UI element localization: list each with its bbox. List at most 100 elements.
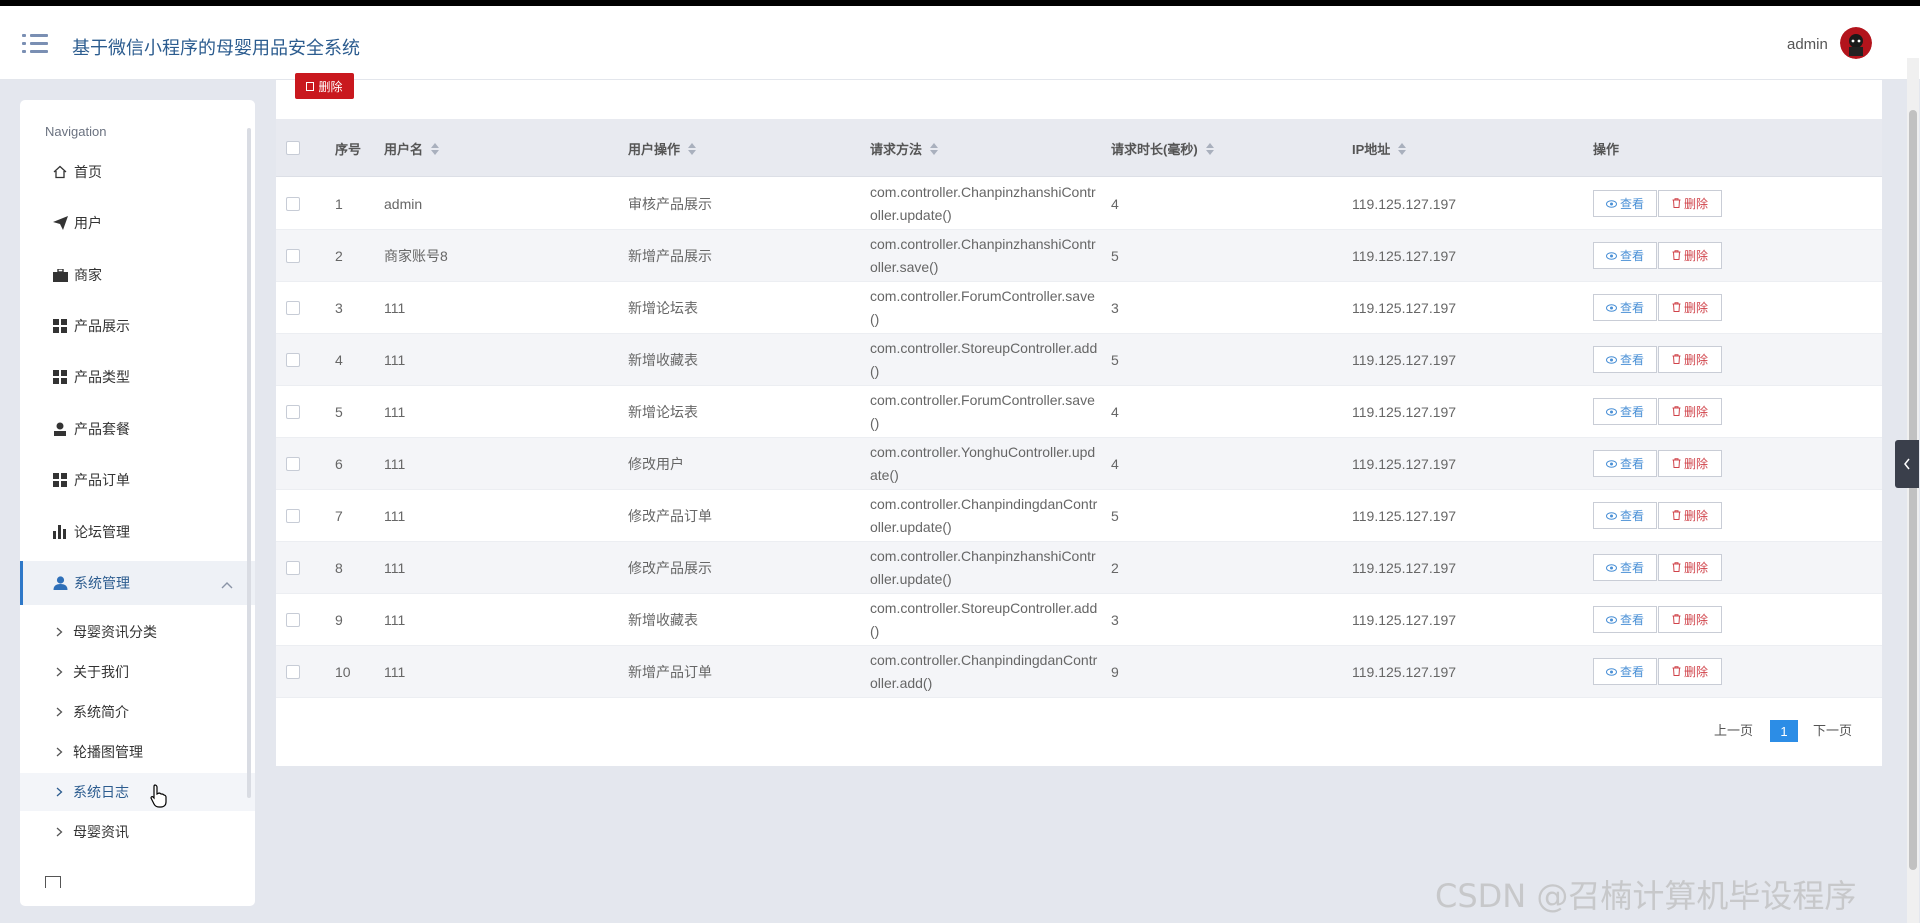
cell-duration: 5 (1111, 508, 1119, 524)
delete-button[interactable]: 删除 (1658, 242, 1722, 269)
delete-button[interactable]: 删除 (1658, 554, 1722, 581)
trash-icon (1672, 613, 1681, 627)
sidebar-subitem-about-us[interactable]: 关于我们 (20, 653, 255, 691)
row-checkbox[interactable] (286, 249, 300, 263)
delete-button[interactable]: 删除 (1658, 190, 1722, 217)
delete-button[interactable]: 删除 (1658, 398, 1722, 425)
cell-method: com.controller.ChanpindingdanController.… (870, 496, 1098, 535)
prev-page-button[interactable]: 上一页 (1714, 720, 1753, 739)
view-button[interactable]: 查看 (1593, 502, 1657, 529)
row-checkbox[interactable] (286, 509, 300, 523)
sidebar-item-label: 产品订单 (74, 472, 130, 488)
sidebar-subitem-label: 母婴资讯分类 (73, 624, 157, 640)
column-header-method[interactable]: 请求方法 (870, 139, 939, 158)
user-icon (52, 421, 68, 437)
header: 基于微信小程序的母婴用品安全系统 admin (0, 6, 1920, 80)
view-button[interactable]: 查看 (1593, 294, 1657, 321)
sidebar-item-label: 产品展示 (74, 318, 130, 334)
view-button[interactable]: 查看 (1593, 398, 1657, 425)
trash-icon (1672, 301, 1681, 315)
cell-method: com.controller.ChanpinzhanshiController.… (870, 548, 1096, 587)
sidebar: Navigation 首页 用户 商家 产品展示 产品类型 产品套餐 产品订单 (20, 100, 255, 906)
table-row: 5 111 新增论坛表 com.controller.ForumControll… (276, 386, 1882, 438)
cell-duration: 5 (1111, 352, 1119, 368)
view-button[interactable]: 查看 (1593, 242, 1657, 269)
view-button[interactable]: 查看 (1593, 658, 1657, 685)
delete-button[interactable]: 删除 (1658, 346, 1722, 373)
row-checkbox[interactable] (286, 353, 300, 367)
cell-ip: 119.125.127.197 (1352, 352, 1457, 368)
sidebar-item-home[interactable]: 首页 (20, 150, 255, 194)
view-button[interactable]: 查看 (1593, 346, 1657, 373)
trash-icon (1672, 457, 1681, 471)
sidebar-subitem-baby-news[interactable]: 母婴资讯 (20, 813, 255, 851)
trash-icon (1672, 561, 1681, 575)
sidebar-scrollbar[interactable] (247, 128, 251, 798)
menu-toggle-icon[interactable] (22, 34, 50, 54)
cell-operation: 新增产品展示 (628, 248, 712, 264)
view-button[interactable]: 查看 (1593, 606, 1657, 633)
row-checkbox[interactable] (286, 613, 300, 627)
sidebar-item-product-package[interactable]: 产品套餐 (20, 407, 255, 451)
cell-ip: 119.125.127.197 (1352, 404, 1457, 420)
delete-button[interactable]: 删除 (1658, 502, 1722, 529)
sidebar-item-merchants[interactable]: 商家 (20, 253, 255, 297)
collapse-panel-button[interactable] (1895, 440, 1919, 488)
row-checkbox[interactable] (286, 197, 300, 211)
delete-button[interactable]: 删除 (1658, 658, 1722, 685)
sidebar-item-product-order[interactable]: 产品订单 (20, 458, 255, 502)
row-checkbox[interactable] (286, 301, 300, 315)
cell-ip: 119.125.127.197 (1352, 664, 1457, 680)
sidebar-subitem-system-intro[interactable]: 系统简介 (20, 693, 255, 731)
eye-icon (1605, 249, 1617, 263)
view-button[interactable]: 查看 (1593, 450, 1657, 477)
delete-button[interactable]: 删除 (1658, 606, 1722, 633)
view-button[interactable]: 查看 (1593, 554, 1657, 581)
user-group-icon (52, 575, 68, 591)
column-header-ip[interactable]: IP地址 (1352, 139, 1407, 158)
column-header-duration[interactable]: 请求时长(毫秒) (1111, 139, 1214, 158)
batch-delete-button[interactable]: 删除 (295, 73, 354, 99)
sidebar-item-label: 商家 (74, 267, 102, 283)
eye-icon (1605, 457, 1617, 471)
delete-button[interactable]: 删除 (1658, 450, 1722, 477)
row-checkbox[interactable] (286, 405, 300, 419)
cell-method: com.controller.ForumController.save() (870, 288, 1095, 327)
user-name[interactable]: admin (1787, 36, 1828, 53)
table-row: 7 111 修改产品订单 com.controller.Chanpindingd… (276, 490, 1882, 542)
avatar[interactable] (1840, 27, 1872, 59)
sidebar-item-forum[interactable]: 论坛管理 (20, 510, 255, 554)
page-number-current[interactable]: 1 (1770, 720, 1798, 742)
trash-icon (1672, 405, 1681, 419)
row-checkbox[interactable] (286, 665, 300, 679)
sidebar-item-system[interactable]: 系统管理 (20, 561, 255, 605)
cell-duration: 4 (1111, 404, 1119, 420)
sidebar-subitem-system-log[interactable]: 系统日志 (20, 773, 255, 811)
sidebar-item-product-display[interactable]: 产品展示 (20, 304, 255, 348)
select-all-checkbox[interactable] (286, 141, 300, 155)
cell-index: 4 (335, 352, 343, 368)
table-row: 3 111 新增论坛表 com.controller.ForumControll… (276, 282, 1882, 334)
row-checkbox[interactable] (286, 457, 300, 471)
delete-button[interactable]: 删除 (1658, 294, 1722, 321)
pointer-cursor-icon (150, 784, 168, 813)
table-row: 9 111 新增收藏表 com.controller.StoreupContro… (276, 594, 1882, 646)
cell-duration: 9 (1111, 664, 1119, 680)
column-header-operation[interactable]: 用户操作 (628, 139, 697, 158)
cell-index: 3 (335, 300, 343, 316)
page-scrollbar-thumb[interactable] (1909, 110, 1917, 870)
column-header-username[interactable]: 用户名 (384, 139, 440, 158)
cell-ip: 119.125.127.197 (1352, 560, 1457, 576)
sidebar-subitem-baby-news-category[interactable]: 母婴资讯分类 (20, 613, 255, 651)
chevron-right-icon (56, 827, 63, 837)
sidebar-item-product-type[interactable]: 产品类型 (20, 355, 255, 399)
sidebar-subitem-carousel[interactable]: 轮播图管理 (20, 733, 255, 771)
cell-operation: 新增收藏表 (628, 352, 698, 368)
view-button[interactable]: 查看 (1593, 190, 1657, 217)
table-row: 8 111 修改产品展示 com.controller.Chanpinzhans… (276, 542, 1882, 594)
cell-index: 1 (335, 196, 343, 212)
cell-ip: 119.125.127.197 (1352, 612, 1457, 628)
sidebar-item-users[interactable]: 用户 (20, 201, 255, 245)
next-page-button[interactable]: 下一页 (1813, 720, 1852, 739)
row-checkbox[interactable] (286, 561, 300, 575)
